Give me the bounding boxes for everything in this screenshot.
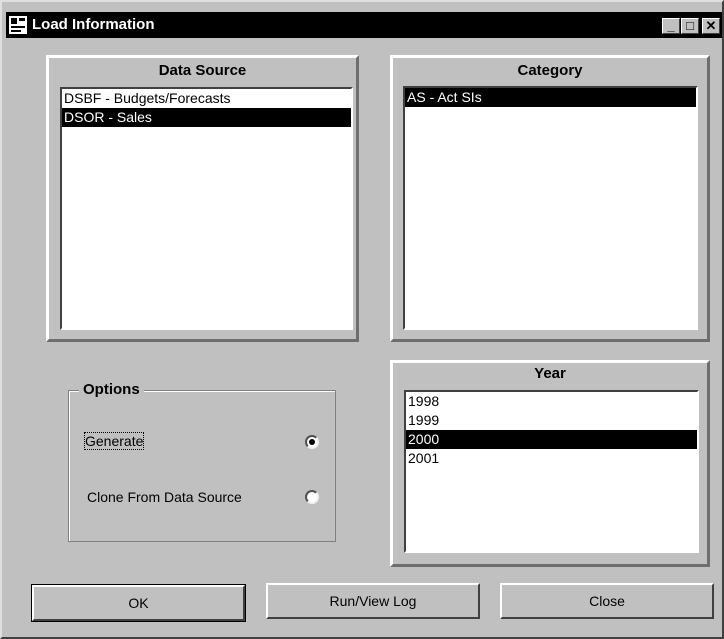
title-bar[interactable]: Load Information _ □ ✕ — [6, 12, 722, 38]
clone-from-data-source-label[interactable]: Clone From Data Source — [87, 489, 242, 505]
year-listbox[interactable]: 1998 1999 2000 2001 — [404, 390, 699, 553]
year-list-item[interactable]: 1998 — [406, 392, 697, 411]
minimize-button[interactable]: _ — [662, 18, 680, 34]
category-listbox[interactable]: AS - Act SIs — [403, 86, 698, 330]
year-list-item[interactable]: 2000 — [406, 430, 697, 449]
close-button[interactable]: Close — [500, 583, 714, 619]
options-legend: Options — [79, 381, 144, 398]
generate-label[interactable]: Generate — [83, 432, 145, 450]
year-panel: Year 1998 1999 2000 2001 — [390, 360, 710, 567]
year-list-item[interactable]: 1999 — [406, 411, 697, 430]
data-source-list-item[interactable]: DSOR - Sales — [62, 108, 351, 127]
clone-from-data-source-radio[interactable] — [305, 490, 319, 504]
year-list-item[interactable]: 2001 — [406, 449, 697, 468]
close-window-button[interactable]: ✕ — [702, 18, 720, 34]
options-group: Options Generate Clone From Data Source — [68, 381, 336, 542]
generate-radio[interactable] — [305, 435, 319, 449]
maximize-button[interactable]: □ — [681, 18, 699, 34]
data-source-panel: Data Source DSBF - Budgets/Forecasts DSOR… — [46, 55, 359, 342]
data-source-heading: Data Source — [158, 62, 247, 79]
radio-selected-dot — [309, 439, 315, 445]
ok-button[interactable]: OK — [31, 584, 246, 622]
run-view-log-button[interactable]: Run/View Log — [266, 583, 480, 619]
load-information-window: Load Information _ □ ✕ Data Source DSBF … — [0, 0, 724, 639]
app-icon — [9, 16, 27, 34]
data-source-list-item[interactable]: DSBF - Budgets/Forecasts — [62, 89, 351, 108]
year-heading: Year — [534, 365, 566, 382]
data-source-listbox[interactable]: DSBF - Budgets/Forecasts DSOR - Sales — [60, 87, 353, 330]
category-heading: Category — [517, 62, 583, 79]
category-panel: Category AS - Act SIs — [390, 55, 710, 342]
category-list-item[interactable]: AS - Act SIs — [405, 88, 696, 107]
window-title: Load Information — [32, 16, 155, 33]
